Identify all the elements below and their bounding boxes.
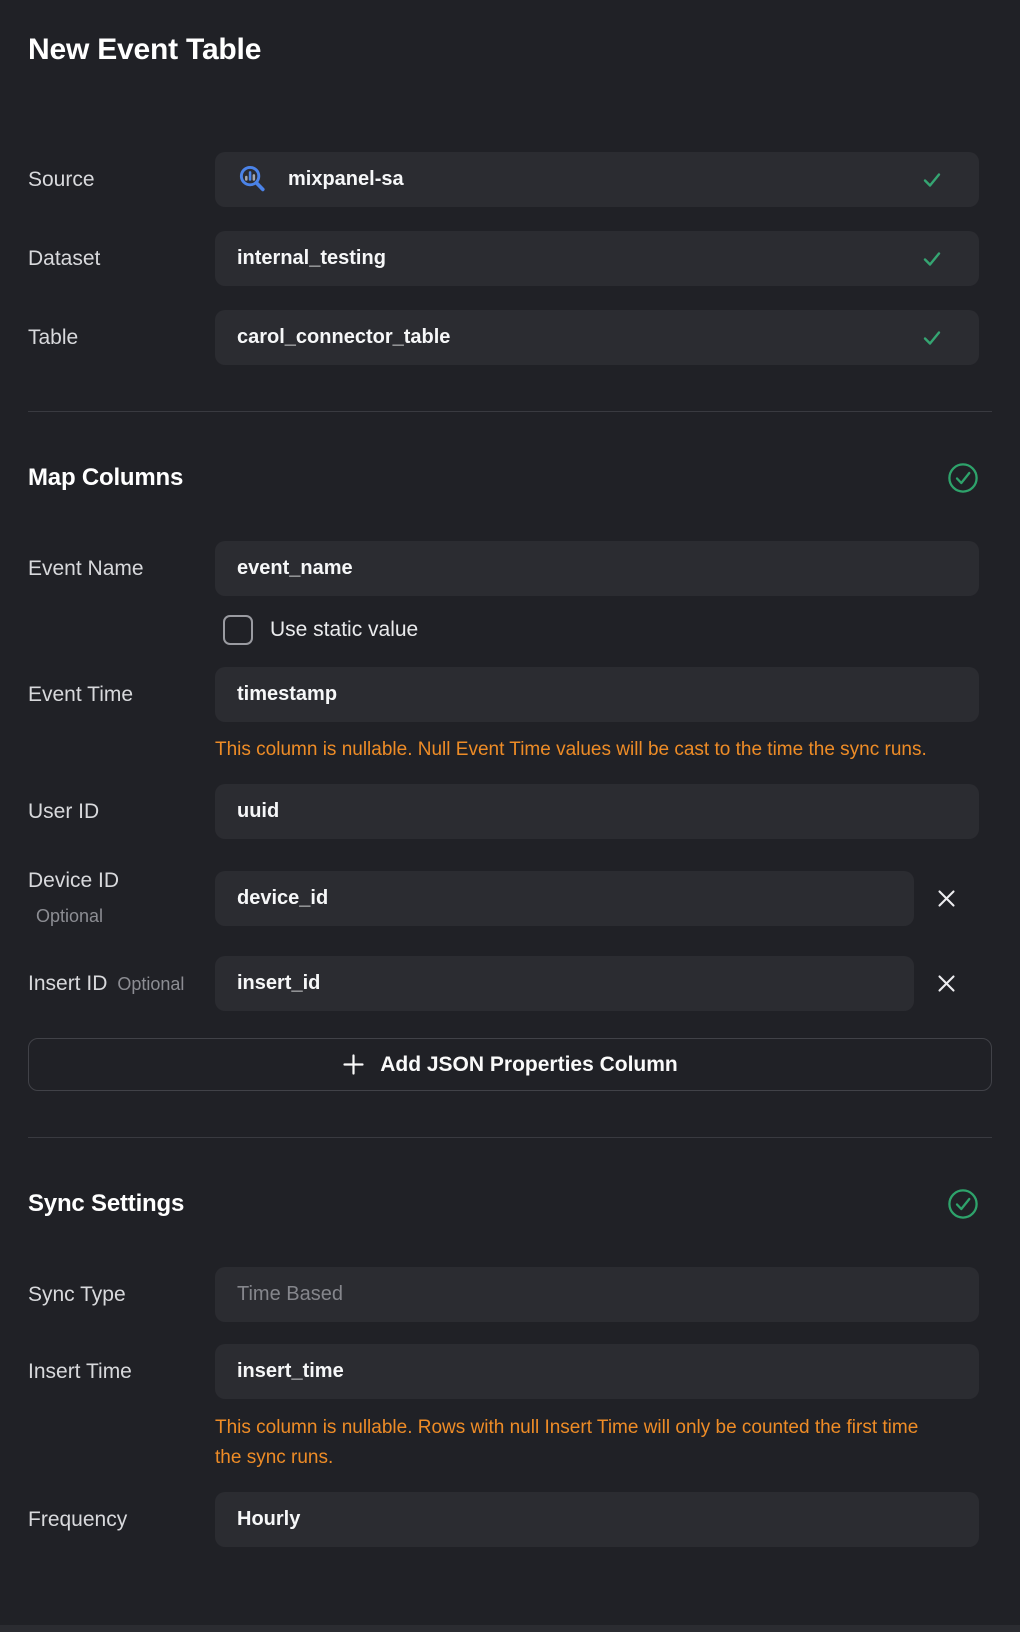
source-select[interactable]: mixpanel-sa <box>215 152 979 207</box>
event-name-row: Event Name event_name <box>28 541 992 596</box>
source-row: Source mixpanel-sa <box>28 152 992 207</box>
dataset-label: Dataset <box>28 246 215 272</box>
device-id-row: Device ID Optional device_id <box>28 868 992 929</box>
event-time-select[interactable]: timestamp <box>215 667 979 722</box>
table-value: carol_connector_table <box>237 326 450 349</box>
sync-type-value: Time Based <box>237 1283 343 1306</box>
sync-settings-title: Sync Settings <box>28 1190 184 1218</box>
dataset-valid-check-icon <box>921 248 943 270</box>
table-label: Table <box>28 325 215 351</box>
event-time-label: Event Time <box>28 682 215 708</box>
event-name-label: Event Name <box>28 556 215 582</box>
device-id-select[interactable]: device_id <box>215 871 914 926</box>
static-value-row: Use static value <box>215 614 992 645</box>
insert-time-nullable-warning: This column is nullable. Rows with null … <box>215 1413 930 1473</box>
sync-settings-complete-icon <box>947 1188 979 1220</box>
close-icon <box>936 888 957 909</box>
device-id-optional-tag: Optional <box>36 903 215 929</box>
event-time-nullable-warning: This column is nullable. Null Event Time… <box>215 735 930 765</box>
table-select[interactable]: carol_connector_table <box>215 310 979 365</box>
user-id-row: User ID uuid <box>28 784 992 839</box>
page-title: New Event Table <box>28 0 992 66</box>
new-event-table-form: New Event Table Source mixpanel-sa Datas… <box>0 0 1020 1632</box>
table-row: Table carol_connector_table <box>28 310 992 365</box>
device-id-field-wrap: device_id <box>215 871 979 926</box>
insert-time-row: Insert Time insert_time <box>28 1344 992 1399</box>
event-name-value: event_name <box>237 557 353 580</box>
insert-id-value: insert_id <box>237 972 320 995</box>
sync-settings-header: Sync Settings <box>28 1188 992 1220</box>
insert-time-select[interactable]: insert_time <box>215 1344 979 1399</box>
user-id-select[interactable]: uuid <box>215 784 979 839</box>
event-time-row: Event Time timestamp <box>28 667 992 722</box>
mixpanel-search-icon <box>237 164 268 195</box>
device-id-remove-button[interactable] <box>914 871 979 926</box>
section-divider <box>28 1137 992 1138</box>
insert-id-remove-button[interactable] <box>914 956 979 1011</box>
insert-id-select[interactable]: insert_id <box>215 956 914 1011</box>
dataset-select[interactable]: internal_testing <box>215 231 979 286</box>
frequency-row: Frequency Hourly <box>28 1492 992 1547</box>
event-name-select[interactable]: event_name <box>215 541 979 596</box>
source-value: mixpanel-sa <box>288 168 404 191</box>
bottom-panel-edge <box>0 1625 1020 1632</box>
frequency-select[interactable]: Hourly <box>215 1492 979 1547</box>
sync-type-row: Sync Type Time Based <box>28 1267 992 1322</box>
frequency-label: Frequency <box>28 1507 215 1533</box>
add-json-properties-button[interactable]: Add JSON Properties Column <box>28 1038 992 1091</box>
table-valid-check-icon <box>921 327 943 349</box>
user-id-label: User ID <box>28 799 215 825</box>
insert-time-label: Insert Time <box>28 1359 215 1385</box>
insert-id-field-wrap: insert_id <box>215 956 979 1011</box>
event-time-value: timestamp <box>237 683 337 706</box>
source-label: Source <box>28 167 215 193</box>
insert-id-row: Insert IDOptional insert_id <box>28 956 992 1011</box>
insert-id-optional-tag: Optional <box>117 974 184 994</box>
use-static-value-label: Use static value <box>270 618 418 642</box>
map-columns-complete-icon <box>947 462 979 494</box>
device-id-value: device_id <box>237 887 328 910</box>
sync-type-select-disabled: Time Based <box>215 1267 979 1322</box>
add-json-properties-label: Add JSON Properties Column <box>380 1053 678 1077</box>
plus-icon <box>342 1053 365 1076</box>
insert-id-label: Insert IDOptional <box>28 971 215 997</box>
dataset-row: Dataset internal_testing <box>28 231 992 286</box>
dataset-value: internal_testing <box>237 247 386 270</box>
user-id-value: uuid <box>237 800 279 823</box>
section-divider <box>28 411 992 412</box>
source-valid-check-icon <box>921 169 943 191</box>
frequency-value: Hourly <box>237 1508 300 1531</box>
use-static-value-checkbox[interactable] <box>223 615 253 645</box>
sync-type-label: Sync Type <box>28 1282 215 1308</box>
close-icon <box>936 973 957 994</box>
device-id-label: Device ID Optional <box>28 868 215 929</box>
map-columns-header: Map Columns <box>28 462 992 494</box>
map-columns-title: Map Columns <box>28 464 183 492</box>
insert-time-value: insert_time <box>237 1360 344 1383</box>
